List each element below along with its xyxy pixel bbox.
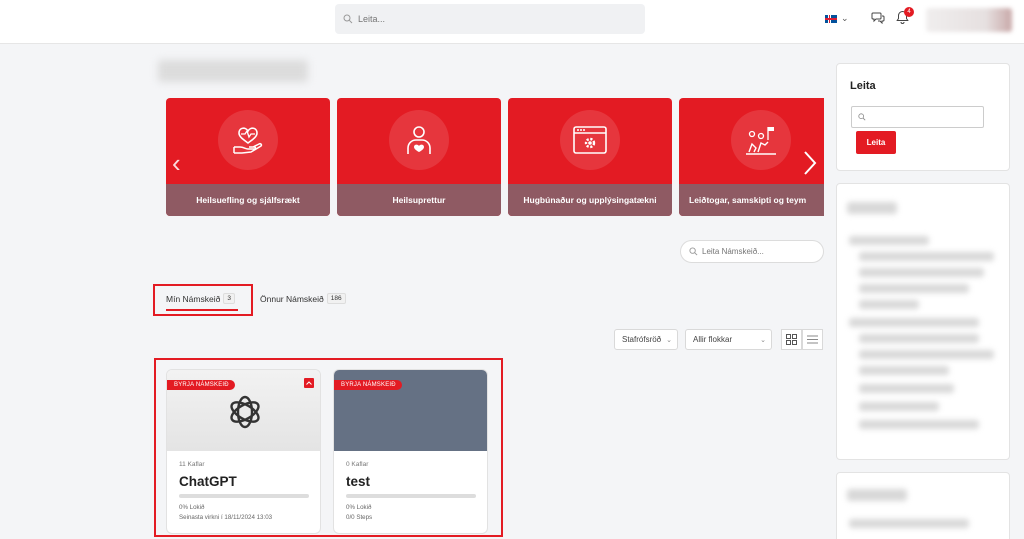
tab-count: 186 — [326, 293, 346, 304]
course-card[interactable]: BYRJA NÁMSKEIÐ 0 Kaflar test 0% Lokið 0/… — [333, 369, 488, 534]
carousel-prev-icon[interactable]: ‹ — [172, 148, 181, 179]
sort-value: Stafrófsröð — [622, 335, 662, 344]
course-chapters: 0 Kaflar — [346, 461, 369, 468]
page-title — [158, 60, 308, 82]
tab-count: 3 — [223, 293, 235, 304]
sidebar-search-field[interactable] — [851, 106, 984, 128]
chat-icon[interactable] — [871, 11, 885, 24]
category-label: Heilsuprettur — [337, 184, 501, 216]
tab-label: Mín Námskeið — [166, 293, 221, 304]
grid-view-button[interactable] — [781, 329, 802, 350]
category-label: Hugbúnaður og upplýsingatækni — [508, 184, 672, 216]
course-last-activity: 0/0 Steps — [346, 514, 373, 521]
category-card[interactable]: Hugbúnaður og upplýsingatækni — [508, 98, 672, 216]
start-course-badge[interactable]: BYRJA NÁMSKEIÐ — [167, 380, 235, 390]
sidebar-search-title: Leita — [850, 80, 876, 92]
notification-badge: 4 — [904, 7, 914, 17]
sidebar-search-input[interactable] — [869, 112, 979, 122]
person-heart-icon — [389, 110, 449, 170]
course-progress-text: 0% Lokið — [346, 504, 372, 511]
course-search[interactable] — [680, 240, 824, 263]
chevron-down-icon: ⌄ — [666, 337, 672, 344]
category-label: Leiðtogar, samskipti og teym — [679, 184, 824, 216]
user-menu[interactable] — [926, 8, 1012, 32]
tab-my-courses[interactable]: Mín Námskeið 3 — [166, 293, 235, 304]
course-card[interactable]: BYRJA NÁMSKEIÐ 11 Kaflar ChatGPT 0% Loki… — [166, 369, 321, 534]
global-search[interactable] — [335, 4, 645, 34]
search-icon — [343, 14, 353, 24]
openai-logo-icon — [230, 395, 260, 429]
sort-select[interactable]: Stafrófsröð ⌄ — [614, 329, 678, 350]
course-progress-bar — [179, 494, 309, 498]
carousel-next-icon[interactable] — [799, 146, 821, 180]
sidebar-search-widget: Leita Leita — [836, 63, 1010, 171]
sidebar-blurred-widget — [836, 183, 1010, 460]
search-icon — [858, 113, 866, 121]
tab-label: Önnur Námskeið — [260, 293, 324, 304]
category-label: Heilsuefling og sjálfsrækt — [166, 184, 330, 216]
top-bar: ⌄ 4 — [0, 0, 1024, 44]
course-title[interactable]: test — [346, 474, 370, 489]
global-search-input[interactable] — [358, 14, 638, 24]
sidebar-search-button[interactable]: Leita — [856, 131, 896, 154]
course-search-input[interactable] — [702, 247, 812, 256]
course-last-activity: Seinasta virkni í 18/11/2024 13:03 — [179, 514, 273, 521]
category-value: Allir flokkar — [693, 335, 733, 344]
sidebar-blurred-widget-2 — [836, 472, 1010, 539]
course-progress-bar — [346, 494, 476, 498]
browser-gear-icon — [560, 110, 620, 170]
list-icon — [807, 335, 818, 344]
start-course-badge[interactable]: BYRJA NÁMSKEIÐ — [334, 380, 402, 390]
search-icon — [689, 247, 698, 256]
course-chapters: 11 Kaflar — [179, 461, 205, 468]
chevron-down-icon[interactable]: ⌄ — [841, 13, 849, 24]
category-card[interactable]: Heilsuefling og sjálfsrækt — [166, 98, 330, 216]
iceland-flag-icon[interactable] — [825, 15, 837, 23]
chevron-down-icon: ⌄ — [760, 337, 766, 344]
list-view-button[interactable] — [802, 329, 823, 350]
course-title[interactable]: ChatGPT — [179, 474, 237, 489]
ribbon-icon — [304, 378, 314, 388]
grid-icon — [786, 334, 797, 345]
course-progress-text: 0% Lokið — [179, 504, 205, 511]
team-flag-icon — [731, 110, 791, 170]
active-tab-underline — [166, 309, 238, 311]
category-card[interactable]: Heilsuprettur — [337, 98, 501, 216]
heart-hand-icon — [218, 110, 278, 170]
category-select[interactable]: Allir flokkar ⌄ — [685, 329, 772, 350]
category-carousel: Heilsuefling og sjálfsrækt Heilsuprettur… — [166, 98, 824, 216]
tab-other-courses[interactable]: Önnur Námskeið 186 — [260, 293, 346, 304]
